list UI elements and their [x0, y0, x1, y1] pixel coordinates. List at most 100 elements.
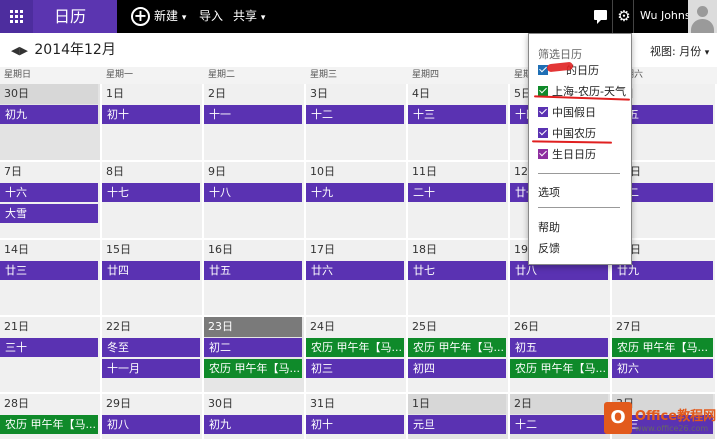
new-button[interactable]: 新建 ▾ [154, 0, 186, 33]
options-link[interactable]: 选项 [538, 184, 560, 200]
day-cell[interactable]: 17日廿六 [306, 240, 406, 315]
day-cell[interactable]: 24日农历 甲午年【马... 初三 [306, 317, 406, 392]
calendar-event[interactable]: 农历 甲午年【马... [510, 359, 608, 378]
calendar-event[interactable]: 初九 [0, 105, 98, 124]
user-name[interactable]: Wu Johns [640, 0, 691, 31]
calendar-event[interactable]: 初四 [408, 359, 506, 378]
day-cell[interactable]: 18日 廿七 [408, 240, 508, 315]
checkbox-icon[interactable] [538, 149, 548, 159]
calendar-event[interactable]: 农历 甲午年【马... [0, 415, 98, 434]
app-launcher-button[interactable] [0, 0, 33, 33]
day-number: 23日 [204, 317, 302, 337]
checkbox-icon[interactable] [538, 86, 548, 96]
day-cell[interactable]: 30日 初九 [0, 84, 100, 160]
day-cell[interactable]: 29日 初八 [102, 394, 202, 439]
calendar-event[interactable]: 三十 [0, 338, 98, 357]
calendar-event[interactable]: 冬至 [102, 338, 200, 357]
calendar-event[interactable]: 十六 [0, 183, 98, 202]
day-number: 8日 [106, 165, 124, 178]
calendar-event[interactable]: 农历 甲午年【马... [612, 338, 713, 357]
feedback-link[interactable]: 反馈 [538, 240, 560, 256]
avatar[interactable] [688, 0, 717, 33]
flyout-divider [538, 207, 620, 208]
help-link[interactable]: 帮助 [538, 219, 560, 235]
chevron-down-icon[interactable]: ▾ [182, 13, 187, 23]
chat-icon[interactable] [594, 10, 607, 24]
calendar-event[interactable]: 廿四 [102, 261, 200, 280]
calendar-filter-flyout: 筛选日历 的日历 上海-农历-天气 中国假日 中国农历 生日日历 选项 帮助 反… [528, 33, 632, 265]
calendar-event[interactable]: 元旦 [408, 415, 506, 434]
calendar-event[interactable]: 初十 [306, 415, 404, 434]
day-cell[interactable]: 31日 初十 [306, 394, 406, 439]
calendar-event[interactable]: 十二 [510, 415, 608, 434]
checkbox-icon[interactable] [538, 128, 548, 138]
calendar-event[interactable]: 农历 甲午年【马... [306, 338, 404, 357]
day-number: 1日 [408, 394, 506, 414]
weekday-label: 星期日 [4, 70, 32, 80]
import-button[interactable]: 导入 [199, 0, 223, 33]
calendar-event[interactable]: 初五 [510, 338, 608, 357]
day-cell[interactable]: 26日 初五 农历 甲午年【马... [510, 317, 610, 392]
day-cell[interactable]: 27日 农历 甲午年【马... 初六 [612, 317, 715, 392]
filter-item-china-holidays[interactable]: 中国假日 [538, 105, 596, 121]
calendar-event[interactable]: 初十 [102, 105, 200, 124]
calendar-event[interactable]: 二十 [408, 183, 506, 202]
calendar-event[interactable]: 初六 [612, 359, 713, 378]
day-cell[interactable]: 28日 农历 甲午年【马... [0, 394, 100, 439]
day-number: 17日 [310, 243, 335, 256]
day-cell[interactable]: 4日 十三 [408, 84, 508, 160]
day-number: 15日 [106, 243, 131, 256]
calendar-event[interactable]: 十七 [102, 183, 200, 202]
plus-icon[interactable]: + [131, 7, 150, 26]
day-cell[interactable]: 30日 初九 [204, 394, 304, 439]
calendar-event[interactable]: 廿五 [204, 261, 302, 280]
calendar-event[interactable]: 初二 [204, 338, 302, 357]
day-cell[interactable]: 2日 十一 [204, 84, 304, 160]
day-cell[interactable]: 8日十七 [102, 162, 202, 238]
calendar-event[interactable]: 十九 [306, 183, 404, 202]
calendar-event[interactable]: 农历 甲午年【马... [204, 359, 302, 378]
view-label: 视图: 月份 [650, 45, 702, 58]
day-cell[interactable]: 21日 三十 [0, 317, 100, 392]
day-cell[interactable]: 22日 冬至 十一月 [102, 317, 202, 392]
day-cell[interactable]: 25日农历 甲午年【马... 初四 [408, 317, 508, 392]
calendar-event[interactable]: 廿七 [408, 261, 506, 280]
calendar-event[interactable]: 十一 [204, 105, 302, 124]
day-number: 25日 [412, 320, 437, 333]
next-month-icon[interactable]: ▶ [19, 42, 27, 60]
checkbox-icon[interactable] [538, 107, 548, 117]
day-cell[interactable]: 10日 十九 [306, 162, 406, 238]
day-cell[interactable]: 14日 廿三 [0, 240, 100, 315]
day-cell[interactable]: 16日 廿五 [204, 240, 304, 315]
app-title[interactable]: 日历 [33, 0, 117, 33]
filter-item-label: 中国农历 [552, 127, 596, 140]
flyout-divider [538, 173, 620, 174]
previous-month-icon[interactable]: ◀ [11, 42, 19, 60]
day-cell[interactable]: 11日 二十 [408, 162, 508, 238]
calendar-event[interactable]: 农历 甲午年【马... [408, 338, 506, 357]
filter-item-birthdays[interactable]: 生日日历 [538, 147, 596, 163]
calendar-event[interactable]: 十二 [306, 105, 404, 124]
calendar-event[interactable]: 廿六 [306, 261, 404, 280]
calendar-event[interactable]: 十八 [204, 183, 302, 202]
calendar-event[interactable]: 十三 [408, 105, 506, 124]
calendar-event[interactable]: 初三 [306, 359, 404, 378]
calendar-event[interactable]: 大雪 [0, 204, 98, 223]
calendar-event[interactable]: 廿三 [0, 261, 98, 280]
settings-button[interactable]: ⚙ [612, 0, 634, 33]
day-cell[interactable]: 23日 初二农历 甲午年【马... [204, 317, 304, 392]
day-cell[interactable]: 2日 十二 [510, 394, 610, 439]
calendar-event[interactable]: 初八 [102, 415, 200, 434]
share-button[interactable]: 共享 ▾ [233, 0, 265, 33]
day-cell[interactable]: 9日 十八 [204, 162, 304, 238]
day-cell[interactable]: 3日 十二 [306, 84, 406, 160]
calendar-event[interactable]: 初九 [204, 415, 302, 434]
calendar-event[interactable]: 十一月 [102, 359, 200, 378]
watermark-title: Office教程网 [635, 409, 717, 424]
day-cell[interactable]: 1日 初十 [102, 84, 202, 160]
day-cell[interactable]: 1日 元旦 [408, 394, 508, 439]
day-cell[interactable]: 15日廿四 [102, 240, 202, 315]
day-cell[interactable]: 7日 十六 大雪 [0, 162, 100, 238]
day-number: 24日 [310, 320, 335, 333]
view-select[interactable]: 视图: 月份 ▾ [650, 43, 709, 59]
